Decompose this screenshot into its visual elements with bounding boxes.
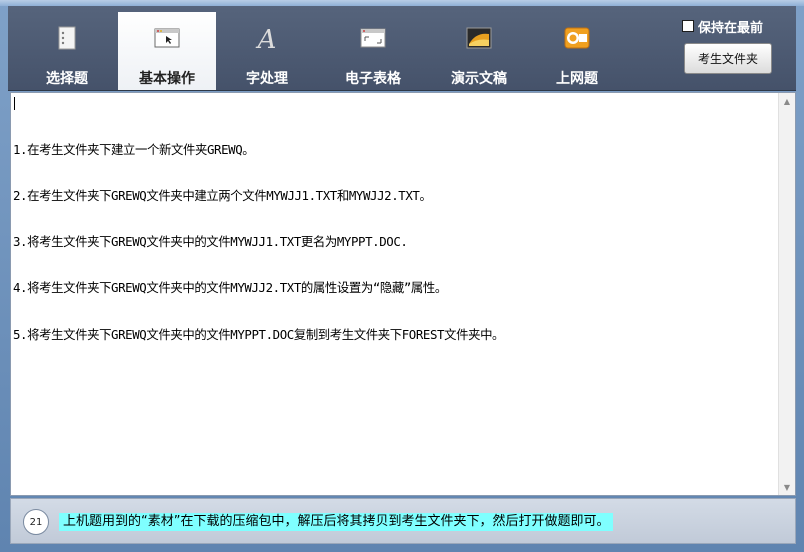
scroll-down-icon[interactable]: ▼ bbox=[779, 479, 795, 495]
tab-internet[interactable]: 上网题 bbox=[528, 12, 626, 90]
tab-word-processing[interactable]: A 字处理 bbox=[218, 12, 316, 90]
window-cursor-icon bbox=[154, 28, 180, 48]
tab-choice[interactable]: 选择题 bbox=[18, 12, 116, 90]
keep-front-option[interactable]: 保持在最前 bbox=[682, 16, 763, 36]
tab-label: 字处理 bbox=[246, 71, 288, 87]
outlook-icon bbox=[564, 27, 590, 49]
status-footer: 21 上机题用到的“素材”在下载的压缩包中，解压后将其拷贝到考生文件夹下，然后打… bbox=[10, 498, 796, 544]
question-text: 1.在考生文件夹下建立一个新文件夹GREWQ。 2.在考生文件夹下GREWQ文件… bbox=[13, 111, 777, 373]
app-window: 选择题 基本操作 A 字处理 电子表格 演示文稿 上网题 保持在最前 考生文件夹… bbox=[0, 0, 804, 552]
presentation-icon bbox=[466, 27, 492, 49]
tab-label: 上网题 bbox=[556, 71, 598, 87]
keep-front-label: 保持在最前 bbox=[698, 20, 764, 36]
question-text-area[interactable]: 1.在考生文件夹下建立一个新文件夹GREWQ。 2.在考生文件夹下GREWQ文件… bbox=[10, 92, 796, 496]
tab-label: 电子表格 bbox=[345, 71, 401, 87]
document-list-icon bbox=[58, 26, 76, 50]
tab-spreadsheet[interactable]: 电子表格 bbox=[324, 12, 422, 90]
tab-presentation[interactable]: 演示文稿 bbox=[430, 12, 528, 90]
tab-label: 基本操作 bbox=[139, 71, 195, 87]
question-line: 3.将考生文件夹下GREWQ文件夹中的文件MYWJJ1.TXT更名为MYPPT.… bbox=[13, 234, 408, 250]
tab-basic-operation[interactable]: 基本操作 bbox=[118, 12, 216, 90]
question-line: 2.在考生文件夹下GREWQ文件夹中建立两个文件MYWJJ1.TXT和MYWJJ… bbox=[13, 188, 432, 204]
text-caret bbox=[14, 97, 15, 110]
keep-front-checkbox[interactable] bbox=[682, 20, 694, 32]
question-line: 5.将考生文件夹下GREWQ文件夹中的文件MYPPT.DOC复制到考生文件夹下F… bbox=[13, 326, 505, 342]
candidate-folder-button[interactable]: 考生文件夹 bbox=[684, 43, 772, 74]
tab-label: 选择题 bbox=[46, 71, 88, 87]
tab-label: 演示文稿 bbox=[451, 71, 507, 87]
vertical-scrollbar[interactable]: ▲ ▼ bbox=[778, 93, 795, 495]
question-line: 1.在考生文件夹下建立一个新文件夹GREWQ。 bbox=[13, 141, 255, 157]
footer-message: 上机题用到的“素材”在下载的压缩包中，解压后将其拷贝到考生文件夹下，然后打开做题… bbox=[59, 513, 614, 531]
letter-a-icon: A bbox=[256, 26, 277, 50]
question-line: 4.将考生文件夹下GREWQ文件夹中的文件MYWJJ2.TXT的属性设置为“隐藏… bbox=[13, 280, 447, 296]
svg-text:A: A bbox=[256, 26, 277, 50]
spreadsheet-window-icon bbox=[360, 28, 386, 48]
counter-badge: 21 bbox=[23, 509, 49, 535]
scroll-up-icon[interactable]: ▲ bbox=[779, 93, 795, 109]
toolbar: 选择题 基本操作 A 字处理 电子表格 演示文稿 上网题 保持在最前 考生文件夹 bbox=[8, 6, 796, 91]
